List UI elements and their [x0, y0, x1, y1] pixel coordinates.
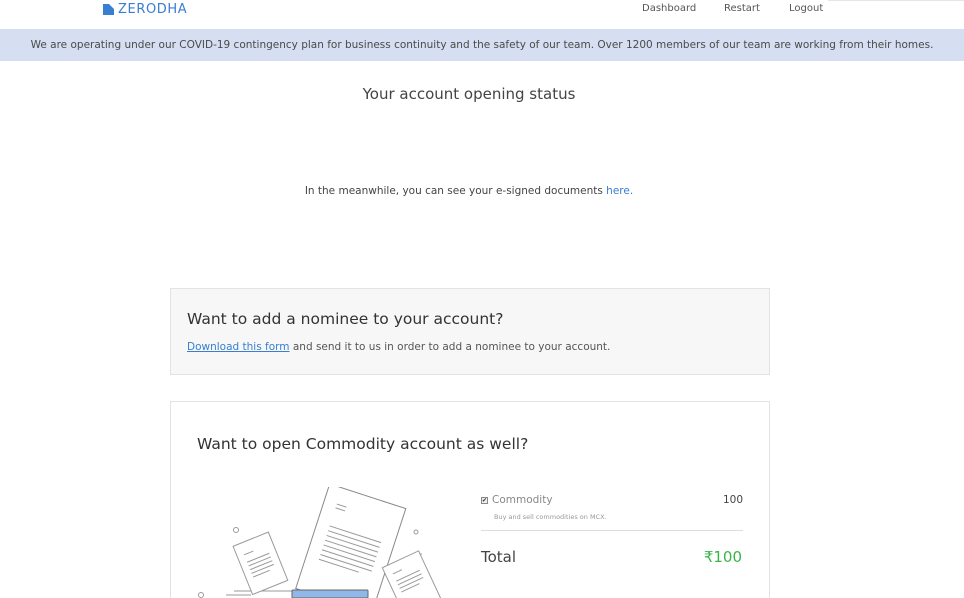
total-label: Total	[481, 548, 517, 566]
nominee-title: Want to add a nominee to your account?	[187, 310, 504, 328]
commodity-checkbox[interactable]: ✔	[481, 497, 488, 504]
top-navbar: ZERODHA Dashboard Restart Logout	[0, 0, 964, 29]
total-value: ₹100	[703, 548, 742, 566]
commodity-card: Want to open Commodity account as well?	[170, 401, 770, 598]
covid-notice-banner: We are operating under our COVID-19 cont…	[0, 29, 964, 61]
download-form-link[interactable]: Download this form	[187, 341, 290, 353]
esigned-documents-note: In the meanwhile, you can see your e-sig…	[0, 185, 938, 197]
nav-dashboard-link[interactable]: Dashboard	[642, 3, 696, 14]
commodity-label: Commodity	[492, 494, 553, 506]
nominee-description: Download this form and send it to us in …	[187, 341, 610, 353]
commodity-description: Buy and sell commodities on MCX.	[494, 513, 607, 521]
zerodha-logo-icon	[103, 4, 114, 15]
esigned-documents-link[interactable]: here.	[606, 185, 633, 197]
nominee-description-text: and send it to us in order to add a nomi…	[289, 341, 611, 353]
page-title: Your account opening status	[362, 85, 576, 103]
nav-logout-link[interactable]: Logout	[789, 3, 823, 14]
brand-name: ZERODHA	[118, 2, 188, 17]
nav-restart-link[interactable]: Restart	[724, 3, 760, 14]
documents-illustration	[198, 487, 442, 598]
esigned-documents-text: In the meanwhile, you can see your e-sig…	[304, 185, 607, 197]
commodity-price: 100	[722, 494, 743, 506]
commodity-title: Want to open Commodity account as well?	[197, 435, 529, 453]
brand-logo[interactable]: ZERODHA	[103, 2, 187, 17]
nominee-card: Want to add a nominee to your account? D…	[170, 288, 770, 375]
line-item-divider	[481, 530, 743, 531]
header-divider	[828, 0, 964, 1]
banner-text: We are operating under our COVID-19 cont…	[30, 39, 934, 51]
